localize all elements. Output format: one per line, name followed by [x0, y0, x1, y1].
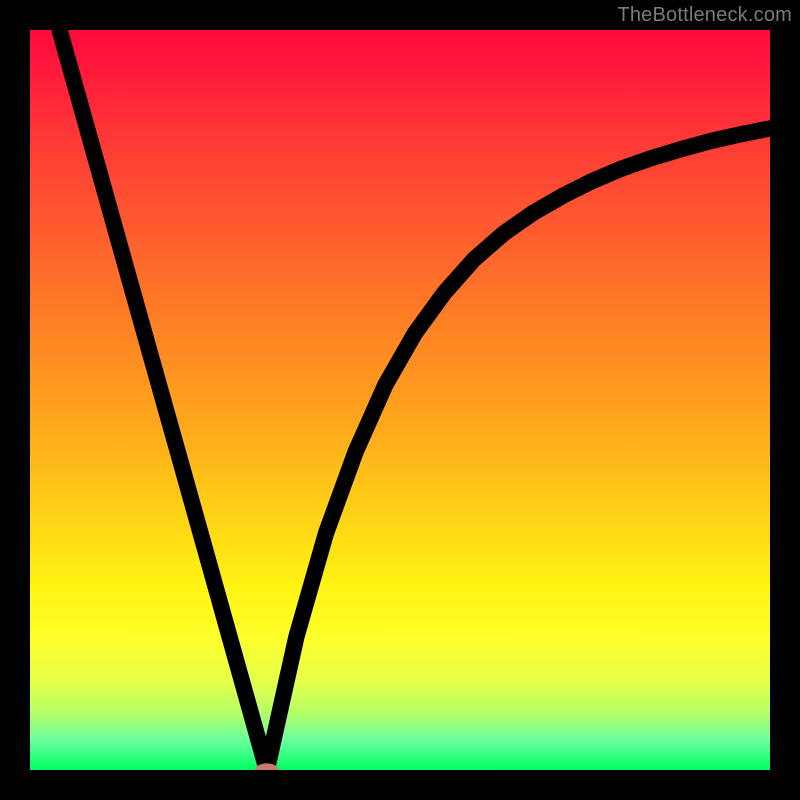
plot-area	[30, 30, 770, 770]
chart-frame: TheBottleneck.com	[0, 0, 800, 800]
watermark-text: TheBottleneck.com	[617, 4, 792, 27]
